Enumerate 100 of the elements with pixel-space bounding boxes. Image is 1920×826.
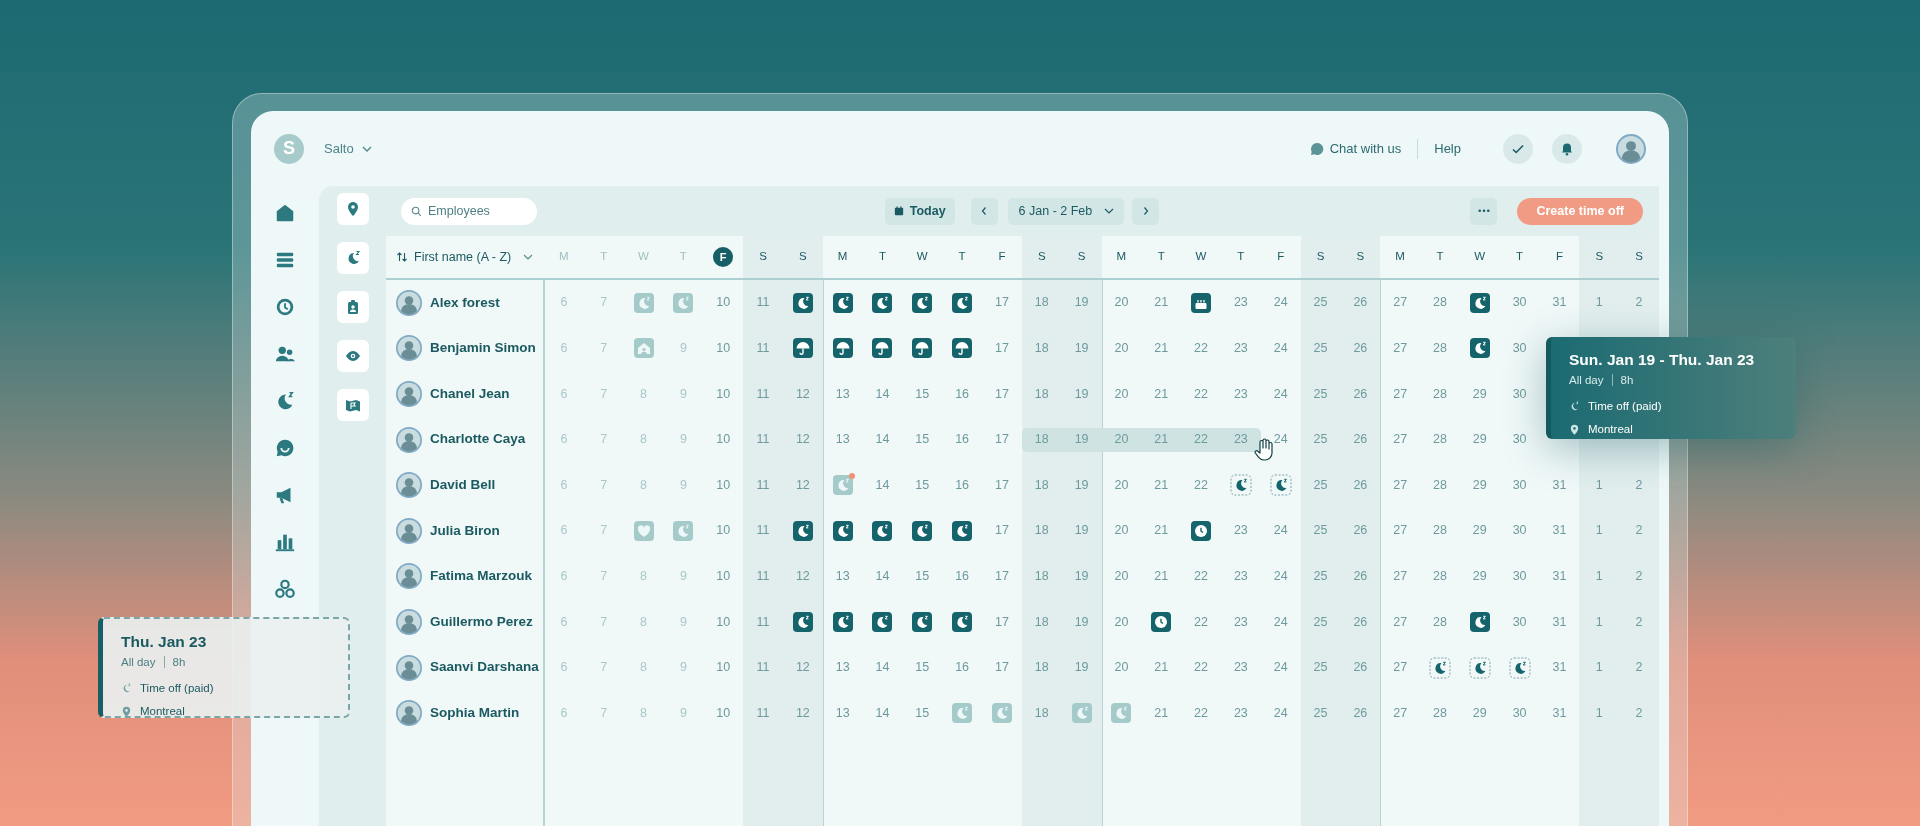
badge-button[interactable]: [336, 291, 369, 323]
day-number: 9: [679, 385, 687, 403]
day-number: 7: [600, 568, 608, 585]
day-number: 26: [1353, 385, 1368, 403]
day-number: 10: [716, 704, 731, 722]
day-number: 24: [1273, 659, 1288, 677]
today-button[interactable]: Today: [884, 197, 955, 225]
date-range-dropdown[interactable]: 6 Jan - 2 Feb: [1007, 197, 1125, 225]
day-number: 24: [1273, 340, 1288, 357]
day-number: 26: [1353, 340, 1368, 357]
visibility-button[interactable]: [336, 340, 369, 372]
moon-icon[interactable]: [950, 290, 975, 315]
map-button[interactable]: [336, 389, 369, 421]
umbrella-icon[interactable]: [870, 336, 895, 361]
help-link[interactable]: Help: [1434, 138, 1461, 159]
umbrella-icon[interactable]: [830, 336, 855, 361]
day-number: 18: [1034, 522, 1049, 540]
moon-icon[interactable]: [790, 290, 815, 315]
day-number: 12: [795, 431, 810, 449]
day-number: 6: [560, 476, 568, 494]
day-number: 27: [1393, 613, 1408, 631]
moon-icon[interactable]: [1427, 655, 1452, 680]
day-number: 6: [560, 385, 568, 403]
moon-icon[interactable]: [910, 290, 935, 315]
clock-icon[interactable]: [1149, 609, 1174, 634]
day-number: 28: [1433, 613, 1447, 631]
day-number: 17: [995, 431, 1009, 449]
moon-icon[interactable]: [950, 518, 975, 543]
chat-link[interactable]: Chat with us: [1309, 138, 1402, 159]
apps-icon[interactable]: [274, 578, 296, 600]
umbrella-icon[interactable]: [790, 336, 815, 361]
selected-day[interactable]: 20: [1101, 427, 1142, 452]
clock-icon[interactable]: [1189, 518, 1214, 543]
moon-icon[interactable]: [830, 290, 855, 315]
day-number: 20: [1114, 294, 1129, 312]
day-number: 20: [1114, 340, 1129, 357]
selected-day[interactable]: 18: [1021, 427, 1062, 452]
chat-icon[interactable]: [274, 437, 296, 459]
day-number: 25: [1313, 294, 1328, 312]
day-number: 21: [1154, 568, 1169, 585]
day-number: 2: [1635, 568, 1643, 585]
day-number: 24: [1273, 294, 1288, 312]
day-number: 15: [915, 431, 930, 449]
employee-name: Charlotte Caya: [430, 430, 526, 449]
day-number: 21: [1154, 340, 1169, 357]
umbrella-icon[interactable]: [950, 336, 975, 361]
moon-icon[interactable]: [1467, 655, 1492, 680]
umbrella-icon[interactable]: [910, 336, 935, 361]
moon-icon[interactable]: [1507, 655, 1532, 680]
logo: S: [274, 133, 304, 164]
selected-day[interactable]: 23: [1220, 427, 1261, 452]
selected-day[interactable]: 22: [1181, 427, 1221, 452]
moon-icon[interactable]: [870, 290, 895, 315]
moon-icon[interactable]: [910, 518, 935, 543]
search-field[interactable]: Employees: [401, 197, 537, 225]
sort-dropdown[interactable]: First name (A - Z): [396, 247, 534, 267]
day-number: 6: [560, 340, 568, 357]
day-number: 9: [679, 613, 687, 631]
check-button[interactable]: [1503, 133, 1533, 164]
moon-icon[interactable]: [1268, 473, 1293, 498]
moon-icon[interactable]: [1467, 290, 1492, 315]
day-number: 25: [1313, 568, 1328, 585]
moon-icon[interactable]: [1228, 473, 1253, 498]
day-number: 18: [1034, 613, 1049, 631]
workspace-dropdown[interactable]: Salto: [324, 138, 372, 159]
selected-day[interactable]: 19: [1061, 427, 1102, 452]
notifications-button[interactable]: [1552, 133, 1582, 164]
user-avatar[interactable]: [1616, 133, 1646, 164]
moon-icon[interactable]: [1467, 609, 1492, 634]
moon-icon[interactable]: [950, 609, 975, 634]
time-off-button[interactable]: [336, 242, 369, 274]
day-number: 21: [1154, 659, 1169, 677]
moon-icon[interactable]: [830, 518, 855, 543]
day-number: 29: [1472, 476, 1487, 494]
clock-icon[interactable]: [274, 296, 296, 318]
moon-icon[interactable]: [790, 518, 815, 543]
day-number: 1: [1595, 704, 1603, 722]
moon-icon[interactable]: [910, 609, 935, 634]
day-number: 6: [560, 704, 568, 722]
bell-icon: [1560, 141, 1574, 156]
moon-icon[interactable]: [870, 518, 895, 543]
moon-icon[interactable]: [1467, 336, 1492, 361]
selected-day[interactable]: 21: [1141, 427, 1182, 452]
day-number: 8: [640, 704, 647, 722]
moon-icon[interactable]: [790, 609, 815, 634]
day-number: 30: [1512, 522, 1527, 540]
moon-icon[interactable]: [830, 609, 855, 634]
day-number: 11: [756, 704, 770, 722]
location-button[interactable]: [336, 193, 369, 225]
day-number: 11: [756, 385, 770, 403]
weekday-label: M: [1116, 249, 1127, 265]
cake-icon[interactable]: [1189, 290, 1214, 315]
weekday-label: T: [1157, 249, 1165, 265]
day-number: 25: [1313, 704, 1328, 722]
day-number: 22: [1194, 340, 1208, 357]
day-number: 28: [1433, 476, 1447, 494]
home-icon[interactable]: [274, 202, 296, 224]
create-time-off-button[interactable]: Create time off: [1517, 197, 1643, 225]
moon-icon[interactable]: [870, 609, 895, 634]
day-number: 17: [995, 659, 1009, 677]
